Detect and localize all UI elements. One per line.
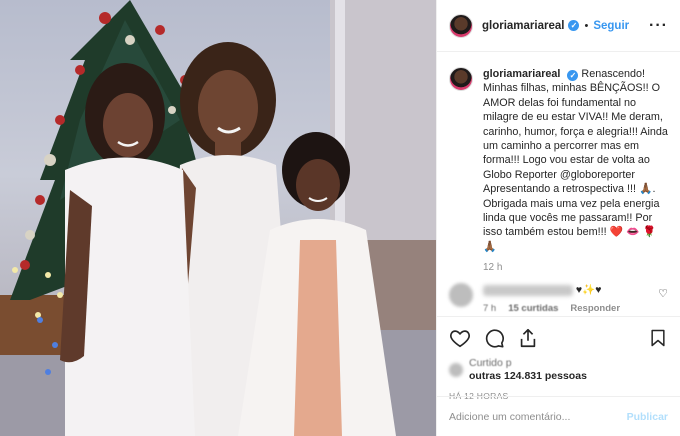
likes-count[interactable]: outras 124.831 pessoas	[469, 370, 587, 383]
comment-likes[interactable]: 15 curtidas	[508, 303, 558, 314]
bookmark-icon[interactable]	[648, 327, 668, 349]
action-icons	[449, 323, 668, 353]
comments-section: gloriamariareal ✓ Renascendo! Minhas fil…	[437, 53, 680, 315]
verified-badge-icon: ✓	[567, 70, 579, 81]
heart-icon[interactable]	[449, 327, 471, 349]
publish-button[interactable]: Publicar	[627, 411, 668, 423]
share-icon[interactable]	[517, 327, 539, 349]
post-header: gloriamariareal ✓ • Seguir ···	[437, 0, 680, 52]
caption-time[interactable]: 12 h	[483, 262, 671, 273]
comment-meta: 7 h 15 curtidas Responder	[483, 303, 658, 314]
caption: gloriamariareal ✓ Renascendo! Minhas fil…	[449, 67, 668, 273]
post-side-panel: gloriamariareal ✓ • Seguir ··· gloriamar…	[436, 0, 680, 436]
comment-text: ♥✨♥	[575, 284, 602, 297]
separator-dot: •	[584, 19, 589, 32]
comment-item: ♥✨♥ 7 h 15 curtidas Responder ♡	[449, 283, 668, 314]
reply-button[interactable]: Responder	[570, 303, 620, 314]
likes-line-1[interactable]: Curtido p	[469, 357, 587, 370]
comment-time[interactable]: 7 h	[483, 303, 496, 314]
liker-avatar[interactable]	[449, 363, 463, 377]
verified-badge-icon: ✓	[568, 20, 580, 31]
author-username[interactable]: gloriamariareal	[482, 20, 564, 32]
commenter-avatar[interactable]	[449, 283, 473, 308]
likes-summary: Curtido p outras 124.831 pessoas	[449, 357, 668, 383]
commenter-username-blurred[interactable]	[483, 285, 573, 296]
caption-avatar[interactable]	[449, 67, 473, 91]
caption-text: Renascendo! Minhas filhas, minhas BÊNÇÃO…	[483, 68, 668, 253]
caption-username[interactable]: gloriamariareal	[483, 68, 560, 80]
photo-illustration	[0, 0, 436, 436]
add-comment-bar: Publicar	[437, 396, 680, 436]
follow-button[interactable]: Seguir	[593, 20, 629, 32]
author-avatar[interactable]	[449, 13, 473, 38]
comment-like-icon[interactable]: ♡	[658, 287, 668, 300]
post-photo[interactable]	[0, 0, 436, 436]
comment-input[interactable]	[449, 410, 627, 423]
comment-icon[interactable]	[483, 327, 505, 349]
more-options-icon[interactable]: ···	[649, 17, 668, 35]
